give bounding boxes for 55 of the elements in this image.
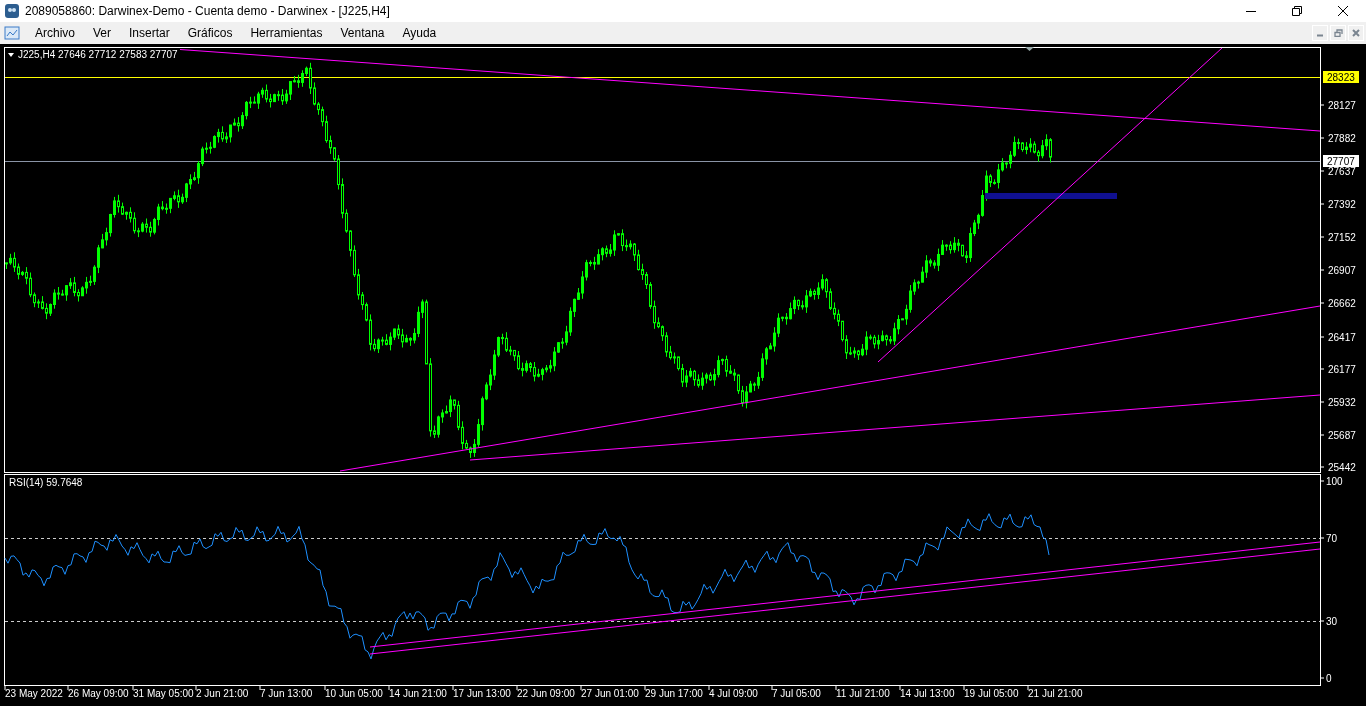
dropdown-triangle-icon bbox=[8, 53, 14, 57]
time-axis-label: 2 Jun 21:00 bbox=[196, 688, 249, 699]
time-axis-label: 7 Jul 05:00 bbox=[772, 688, 821, 699]
chart-legend: J225,H4 27646 27712 27583 27707 bbox=[18, 49, 178, 60]
price-label: 27707 bbox=[1327, 156, 1355, 167]
price-axis-label: 27152 bbox=[1328, 232, 1356, 243]
minimize-button[interactable] bbox=[1312, 25, 1328, 41]
price-axis-label: 25687 bbox=[1328, 430, 1356, 441]
time-axis-label: 22 Jun 09:00 bbox=[517, 688, 575, 699]
price-axis-label: 26907 bbox=[1328, 265, 1356, 276]
close-icon bbox=[1338, 6, 1348, 16]
time-axis-label: 29 Jun 17:00 bbox=[645, 688, 703, 699]
time-axis-label: 21 Jul 21:00 bbox=[1028, 688, 1083, 699]
close-button[interactable] bbox=[1348, 25, 1364, 41]
time-axis-label: 31 May 05:00 bbox=[133, 688, 194, 699]
price-axis-label: 25442 bbox=[1328, 462, 1356, 473]
rsi-axis-label: 30 bbox=[1326, 616, 1338, 627]
menu-item[interactable]: Gráficos bbox=[178, 26, 242, 40]
window-title: 2089058860: Darwinex-Demo - Cuenta demo - Darwinex - [J225,H4] bbox=[25, 4, 390, 18]
restore-icon bbox=[1333, 29, 1343, 37]
menu-item[interactable]: Insertar bbox=[120, 26, 179, 40]
rsi-legend: RSI(14) 59.7648 bbox=[9, 477, 83, 488]
time-axis-label: 11 Jul 21:00 bbox=[836, 688, 890, 699]
time-axis-label: 14 Jun 21:00 bbox=[389, 688, 447, 699]
menu-item[interactable]: Ayuda bbox=[393, 26, 446, 40]
rsi-axis-label: 0 bbox=[1326, 673, 1332, 684]
time-axis-label: 19 Jul 05:00 bbox=[964, 688, 1019, 699]
price-axis-label: 27392 bbox=[1328, 199, 1356, 210]
menu-item[interactable]: Archivo bbox=[26, 26, 84, 40]
price-label: 28323 bbox=[1327, 72, 1355, 83]
restore-icon bbox=[1292, 6, 1302, 16]
price-axis-label: 27637 bbox=[1328, 166, 1356, 177]
price-axis-label: 25932 bbox=[1328, 397, 1356, 408]
menu-item[interactable]: Ver bbox=[84, 26, 121, 40]
time-axis-label: 14 Jul 13:00 bbox=[900, 688, 955, 699]
rsi-axis-label: 100 bbox=[1326, 476, 1343, 487]
chart-window-icon bbox=[4, 25, 20, 41]
time-axis-label: 10 Jun 05:00 bbox=[325, 688, 383, 699]
time-axis-label: 26 May 09:00 bbox=[68, 688, 129, 699]
app-logo-icon bbox=[4, 3, 20, 19]
close-icon bbox=[1352, 29, 1360, 37]
menu-item[interactable]: Herramientas bbox=[241, 26, 332, 40]
chart-shift-marker-icon bbox=[1025, 47, 1034, 51]
time-axis-label: 7 Jun 13:00 bbox=[260, 688, 313, 699]
price-axis-label: 26177 bbox=[1328, 364, 1356, 375]
time-axis-label: 4 Jul 09:00 bbox=[709, 688, 758, 699]
time-axis-label: 27 Jun 01:00 bbox=[581, 688, 639, 699]
time-axis-label: 23 May 2022 bbox=[5, 688, 63, 699]
price-axis-label: 26417 bbox=[1328, 332, 1356, 343]
price-axis-label: 28127 bbox=[1328, 100, 1356, 111]
price-axis-label: 27882 bbox=[1328, 133, 1356, 144]
time-axis-label: 17 Jun 13:00 bbox=[453, 688, 511, 699]
rsi-axis-label: 70 bbox=[1326, 533, 1338, 544]
price-axis-label: 26662 bbox=[1328, 298, 1356, 309]
menu-item[interactable]: Ventana bbox=[331, 26, 394, 40]
